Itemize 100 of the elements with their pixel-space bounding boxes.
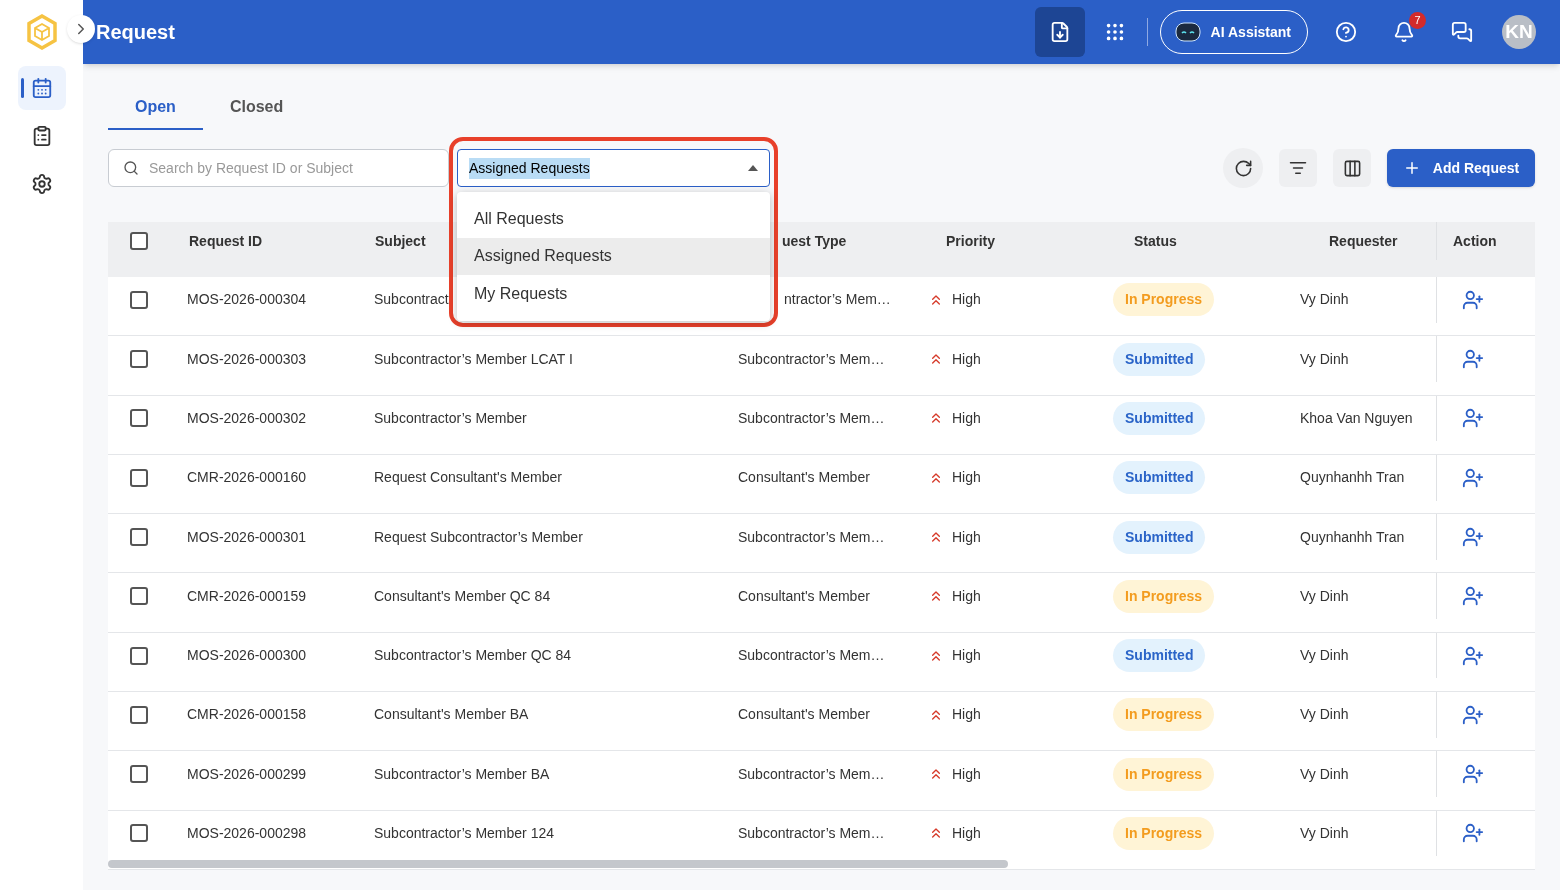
checkbox[interactable] <box>130 350 148 369</box>
table-cell: Subcontractor’s Mem… <box>738 825 885 841</box>
chat-icon <box>1451 21 1473 43</box>
table-cell: MOS-2026-000298 <box>187 825 307 841</box>
assign-user-button[interactable] <box>1462 526 1484 548</box>
table-cell: Subcontractor’s Member QC 84 <box>374 647 572 664</box>
table-cell: Vy Dinh <box>1300 765 1349 782</box>
export-button[interactable] <box>1034 7 1085 57</box>
table-cell: MOS-2026-000304 <box>187 291 307 308</box>
table-cell: MOS-2026-000300 <box>187 647 307 664</box>
notifications-button[interactable]: 7 <box>1384 12 1424 52</box>
bell-icon <box>1393 21 1415 43</box>
assign-user-button[interactable] <box>1462 644 1484 667</box>
table-cell: Vy Dinh <box>1300 706 1349 723</box>
table-cell-text: High <box>952 527 981 547</box>
table-cell: MOS-2026-000302 <box>187 409 307 426</box>
checkbox[interactable] <box>130 765 148 784</box>
table-cell: Subcontractor’s Member LCAT I <box>374 350 573 367</box>
notification-badge: 7 <box>1409 12 1426 29</box>
table-cell-text: High <box>952 290 981 310</box>
horizontal-scrollbar[interactable] <box>108 859 1008 868</box>
table-cell: Subcontractor’s Mem… <box>738 409 885 426</box>
checkbox[interactable] <box>130 290 148 309</box>
table-cell: CMR-2026-000160 <box>187 469 307 486</box>
table-cell: Subcontractor’s Mem… <box>738 350 885 367</box>
checkbox[interactable] <box>130 646 148 665</box>
column-header: Subject <box>375 231 426 251</box>
column-header: Action <box>1453 231 1497 251</box>
expand-sidebar-button[interactable] <box>67 15 95 43</box>
table-cell: CMR-2026-000158 <box>187 706 307 723</box>
table-cell: Consultant's Member <box>738 469 870 486</box>
help-icon <box>1335 21 1357 43</box>
table-cell: Quynhanhh Tran <box>1300 469 1405 486</box>
dropdown-option[interactable]: My Requests <box>457 275 770 313</box>
assign-user-button[interactable] <box>1462 822 1484 845</box>
assign-user-button[interactable] <box>1462 288 1484 311</box>
page-title: Request <box>96 20 175 45</box>
checkbox[interactable] <box>130 824 148 843</box>
search-input[interactable]: Search by Request ID or Subject <box>149 157 434 179</box>
checkbox[interactable] <box>130 528 148 546</box>
filter-icon <box>1289 159 1307 177</box>
table-cell: Consultant's Member BA <box>374 706 529 723</box>
table-cell-text: High <box>952 349 981 369</box>
column-header: Status <box>1134 231 1177 251</box>
status-badge: Submitted <box>1113 461 1206 495</box>
table-cell: Request Subcontractor’s Member <box>374 528 583 545</box>
table-cell: CMR-2026-000159 <box>187 587 307 604</box>
table-cell: Vy Dinh <box>1300 647 1349 664</box>
table-cell-text: High <box>952 468 981 488</box>
status-badge: In Progress <box>1113 579 1215 613</box>
table-cell: Khoa Van Nguyen <box>1300 409 1413 426</box>
assign-user-button[interactable] <box>1462 585 1484 608</box>
refresh-icon <box>1233 158 1253 178</box>
checkbox[interactable] <box>130 232 148 250</box>
table-cell-text: High <box>952 824 981 843</box>
table-cell: Consultant's Member <box>738 587 870 604</box>
assign-user-button[interactable] <box>1462 763 1484 786</box>
assign-user-button[interactable] <box>1462 466 1484 489</box>
table-cell: Subcontract <box>374 291 449 308</box>
table-cell: Quynhanhh Tran <box>1300 528 1405 545</box>
table-cell-text: High <box>952 705 981 725</box>
refresh-button[interactable] <box>1223 148 1263 188</box>
table-cell-text: High <box>952 586 981 606</box>
dropdown-option[interactable]: All Requests <box>457 200 770 238</box>
table-cell: Consultant's Member QC 84 <box>374 587 551 604</box>
status-badge: In Progress <box>1113 283 1215 317</box>
checkbox[interactable] <box>130 409 148 428</box>
request-filter-select[interactable]: Assigned Requests <box>457 149 770 187</box>
columns-button[interactable] <box>1333 149 1371 187</box>
tab[interactable]: Closed <box>202 86 311 130</box>
table-cell: Request Consultant's Member <box>374 469 562 486</box>
column-header: Request ID <box>189 231 263 251</box>
table-cell: Vy Dinh <box>1300 825 1349 841</box>
table-cell-text: High <box>952 408 981 428</box>
dropdown-option[interactable]: Assigned Requests <box>457 237 770 275</box>
table-cell: Vy Dinh <box>1300 587 1349 604</box>
cube-logo-icon <box>25 14 58 50</box>
table-cell: MOS-2026-000299 <box>187 765 307 782</box>
table-cell: Subcontractor’s Mem… <box>738 765 885 782</box>
table-cell: MOS-2026-000303 <box>187 350 307 367</box>
checkbox[interactable] <box>130 468 148 487</box>
assign-user-button[interactable] <box>1462 703 1484 726</box>
filter-button[interactable] <box>1279 149 1317 187</box>
table-cell: Vy Dinh <box>1300 350 1349 367</box>
search-field[interactable]: Search by Request ID or Subject <box>108 149 449 187</box>
calendar-icon <box>30 77 53 99</box>
columns-icon <box>1342 158 1362 178</box>
table-cell: Subcontractor’s Member 124 <box>374 825 555 841</box>
table-cell: ntractor’s Mem… <box>784 291 891 308</box>
checkbox[interactable] <box>130 587 148 606</box>
checkbox[interactable] <box>130 705 148 724</box>
caret-icon <box>748 165 758 171</box>
status-badge: In Progress <box>1113 757 1215 791</box>
table-cell: Subcontractor’s Mem… <box>738 528 885 545</box>
assign-user-button[interactable] <box>1462 348 1484 371</box>
status-badge: Submitted <box>1113 342 1206 376</box>
sidebar-item[interactable] <box>17 66 66 110</box>
assign-user-button[interactable] <box>1462 407 1484 430</box>
tab[interactable]: Open <box>108 86 203 130</box>
add-request-button[interactable]: Add Request <box>1387 149 1535 187</box>
